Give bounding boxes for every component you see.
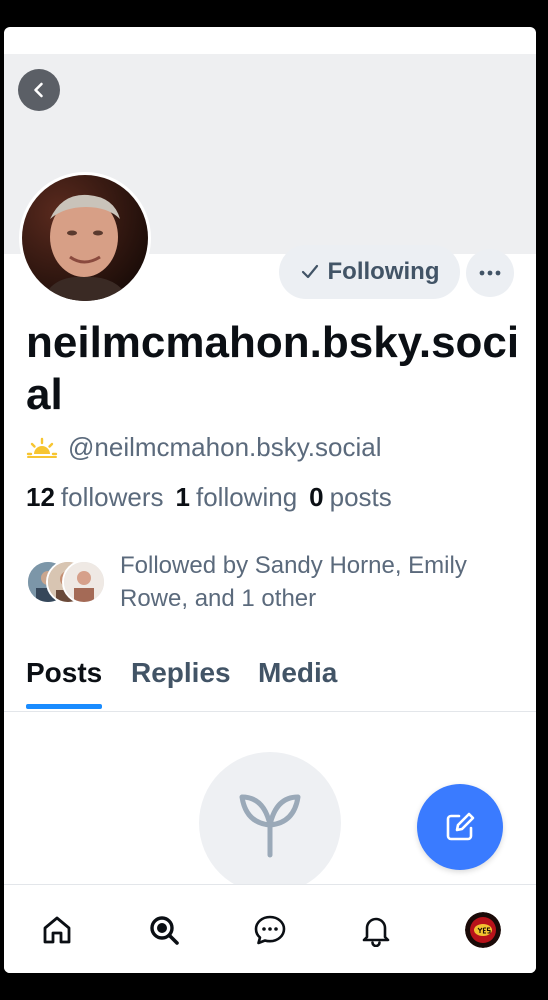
chevron-left-icon xyxy=(34,82,43,98)
tab-media[interactable]: Media xyxy=(258,657,337,689)
bell-icon xyxy=(363,917,390,947)
nav-search[interactable] xyxy=(139,905,189,955)
sprout-icon xyxy=(239,794,301,858)
bottom-navigation xyxy=(4,884,536,973)
tab-replies[interactable]: Replies xyxy=(131,657,231,689)
home-icon xyxy=(43,916,71,943)
empty-feed-illustration xyxy=(199,752,341,894)
followed-by-row[interactable]: Followed by Sandy Horne, Emily Rowe, and… xyxy=(26,549,510,615)
chat-icon xyxy=(254,915,286,944)
tab-posts[interactable]: Posts xyxy=(26,657,102,689)
avatar xyxy=(62,560,106,604)
profile-screen: Following neilmcmahon.bsky.social @neilm… xyxy=(4,27,536,973)
display-name: neilmcmahon.bsky.social xyxy=(26,318,520,419)
checkmark-icon xyxy=(301,264,318,279)
back-button[interactable] xyxy=(18,69,60,111)
nav-notifications[interactable] xyxy=(351,905,401,955)
profile-avatar[interactable] xyxy=(19,172,151,304)
handle-row: @neilmcmahon.bsky.social xyxy=(26,432,381,463)
active-tab-indicator xyxy=(26,704,102,709)
nav-profile[interactable] xyxy=(458,905,508,955)
more-icon xyxy=(479,270,501,276)
compose-button[interactable] xyxy=(417,784,503,870)
profile-avatar xyxy=(464,911,501,948)
following-label: Following xyxy=(327,258,440,285)
more-options-button[interactable] xyxy=(466,249,514,297)
nav-chat[interactable] xyxy=(245,905,295,955)
followed-by-text: Followed by Sandy Horne, Emily Rowe, and… xyxy=(120,552,467,612)
followed-by-avatars xyxy=(26,560,106,604)
handle-text: @neilmcmahon.bsky.social xyxy=(68,432,382,462)
nav-home[interactable] xyxy=(32,905,82,955)
following-button[interactable]: Following xyxy=(279,245,460,299)
posts-stat: 0 posts xyxy=(309,482,392,512)
followers-stat[interactable]: 12 followers xyxy=(26,482,164,513)
compose-icon xyxy=(446,812,475,841)
sun-horizon-icon xyxy=(26,437,58,458)
profile-stats: 12 followers 1 following 0 posts xyxy=(26,482,392,513)
following-stat[interactable]: 1 following xyxy=(176,482,298,513)
search-icon xyxy=(149,915,179,945)
